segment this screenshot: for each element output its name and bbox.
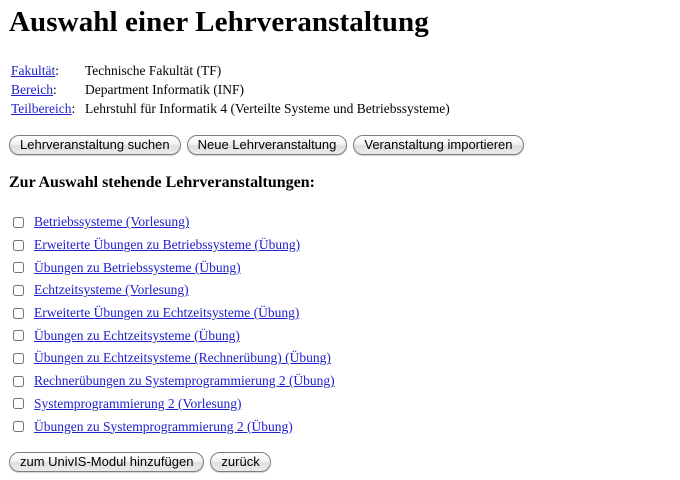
teilbereich-value: Lehrstuhl für Informatik 4 (Verteilte Sy… xyxy=(85,101,450,116)
label-separator: : xyxy=(71,101,76,116)
list-item: Rechnerübungen zu Systemprogrammierung 2… xyxy=(13,370,335,393)
import-course-button[interactable]: Veranstaltung importieren xyxy=(353,135,524,155)
info-label-cell: Bereich: xyxy=(11,80,85,99)
toolbar: Lehrveranstaltung suchen Neue Lehrverans… xyxy=(9,135,524,155)
course-checkbox[interactable] xyxy=(13,262,24,274)
list-item: Systemprogrammierung 2 (Vorlesung) xyxy=(13,393,335,416)
list-item: Erweiterte Übungen zu Echtzeitsysteme (Ü… xyxy=(13,302,335,325)
label-separator: : xyxy=(55,63,60,78)
course-list: Betriebssysteme (Vorlesung) Erweiterte Ü… xyxy=(13,211,335,438)
label-separator: : xyxy=(52,82,57,97)
bereich-value: Department Informatik (INF) xyxy=(85,82,244,97)
course-checkbox[interactable] xyxy=(13,352,24,364)
list-item: Übungen zu Echtzeitsysteme (Übung) xyxy=(13,324,335,347)
course-checkbox[interactable] xyxy=(13,375,24,387)
add-to-module-button[interactable]: zum UnivIS-Modul hinzufügen xyxy=(9,452,205,472)
org-info-table: Fakultät: Technische Fakultät (TF) Berei… xyxy=(11,61,450,118)
course-checkbox[interactable] xyxy=(13,398,24,410)
page-title: Auswahl einer Lehrveranstaltung xyxy=(9,6,429,38)
course-link[interactable]: Übungen zu Echtzeitsysteme (Rechnerübung… xyxy=(34,350,331,366)
search-course-button[interactable]: Lehrveranstaltung suchen xyxy=(9,135,181,155)
back-button[interactable]: zurück xyxy=(210,452,271,472)
course-link[interactable]: Übungen zu Echtzeitsysteme (Übung) xyxy=(34,328,240,344)
course-checkbox[interactable] xyxy=(13,216,24,228)
list-item: Übungen zu Betriebssysteme (Übung) xyxy=(13,256,335,279)
list-item: Echtzeitsysteme (Vorlesung) xyxy=(13,279,335,302)
course-checkbox[interactable] xyxy=(13,421,24,433)
section-heading: Zur Auswahl stehende Lehrveranstaltungen… xyxy=(9,174,315,191)
course-link[interactable]: Erweiterte Übungen zu Echtzeitsysteme (Ü… xyxy=(34,305,299,321)
info-row-bereich: Bereich: Department Informatik (INF) xyxy=(11,80,450,99)
new-course-button[interactable]: Neue Lehrveranstaltung xyxy=(186,135,348,155)
course-link[interactable]: Betriebssysteme (Vorlesung) xyxy=(34,214,189,230)
info-label-cell: Teilbereich: xyxy=(11,99,85,118)
course-checkbox[interactable] xyxy=(13,330,24,342)
course-link[interactable]: Erweiterte Übungen zu Betriebssysteme (Ü… xyxy=(34,237,300,253)
info-label-cell: Fakultät: xyxy=(11,61,85,80)
list-item: Erweiterte Übungen zu Betriebssysteme (Ü… xyxy=(13,234,335,257)
list-item: Betriebssysteme (Vorlesung) xyxy=(13,211,335,234)
course-link[interactable]: Rechnerübungen zu Systemprogrammierung 2… xyxy=(34,373,335,389)
course-link[interactable]: Übungen zu Betriebssysteme (Übung) xyxy=(34,260,241,276)
course-link[interactable]: Systemprogrammierung 2 (Vorlesung) xyxy=(34,396,241,412)
footer-actions: zum UnivIS-Modul hinzufügen zurück xyxy=(9,452,271,472)
course-checkbox[interactable] xyxy=(13,307,24,319)
fakultaet-value: Technische Fakultät (TF) xyxy=(85,63,222,78)
list-item: Übungen zu Systemprogrammierung 2 (Übung… xyxy=(13,415,335,438)
teilbereich-link[interactable]: Teilbereich xyxy=(11,101,72,116)
bereich-link[interactable]: Bereich xyxy=(11,82,53,97)
info-row-teilbereich: Teilbereich: Lehrstuhl für Informatik 4 … xyxy=(11,99,450,118)
list-item: Übungen zu Echtzeitsysteme (Rechnerübung… xyxy=(13,347,335,370)
fakultaet-link[interactable]: Fakultät xyxy=(11,63,55,78)
info-row-fakultaet: Fakultät: Technische Fakultät (TF) xyxy=(11,61,450,80)
course-link[interactable]: Übungen zu Systemprogrammierung 2 (Übung… xyxy=(34,419,293,435)
course-link[interactable]: Echtzeitsysteme (Vorlesung) xyxy=(34,282,189,298)
course-checkbox[interactable] xyxy=(13,239,24,251)
course-checkbox[interactable] xyxy=(13,284,24,296)
